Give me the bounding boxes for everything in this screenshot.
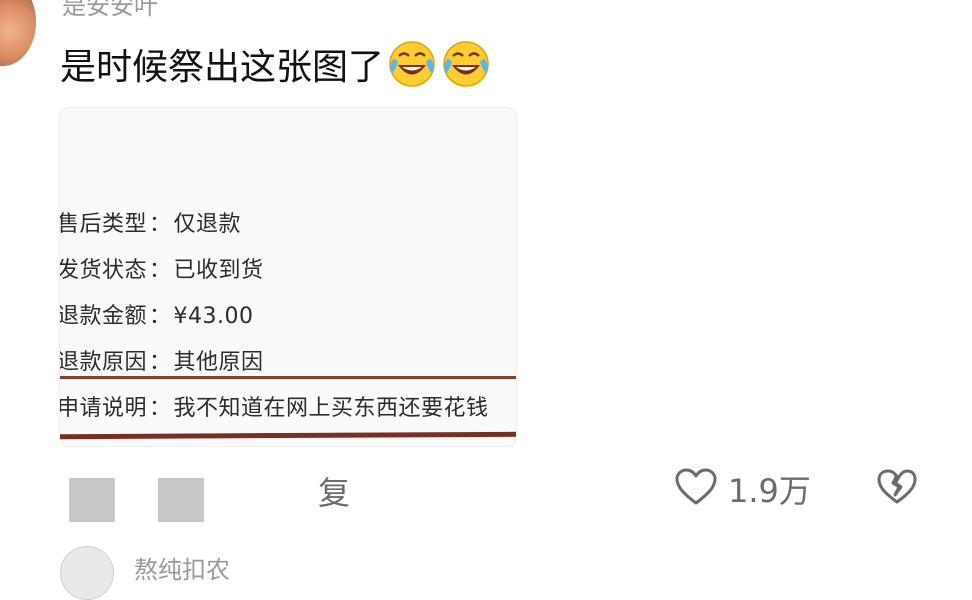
comment-text: 是时候祭出这张图了: [60, 38, 492, 90]
rolling-on-floor-laughing-icon: [440, 38, 492, 90]
row-label: 售后类型: [60, 212, 148, 237]
avatar[interactable]: [60, 546, 114, 600]
comment-action-bar: 复 1.9万: [0, 460, 972, 522]
row-label: 退款原因: [60, 350, 148, 375]
placeholder-icon[interactable]: [69, 478, 115, 522]
attached-image[interactable]: 售后类型：仅退款 发货状态：已收到货 退款金额：¥43.00 退款原因：其他原因…: [60, 108, 516, 446]
image-row-application-note: 申请说明：我不知道在网上买东西还要花钱: [60, 390, 489, 422]
row-value: 其他原因: [173, 350, 264, 375]
divider-line: [60, 376, 516, 379]
like-count: 1.9万: [728, 472, 811, 510]
dislike-button[interactable]: [876, 468, 918, 510]
row-value: ¥43.00: [173, 304, 254, 329]
like-button[interactable]: 1.9万: [674, 466, 811, 512]
row-value: 我不知道在网上买东西还要花钱: [173, 396, 489, 421]
broken-heart-icon: [876, 469, 918, 510]
row-value: 已收到货: [173, 258, 264, 283]
row-sep: ：: [149, 304, 172, 329]
comment-username[interactable]: 熬纯扣农: [134, 550, 230, 585]
comment-body: 是时候祭出这张图了: [60, 47, 385, 88]
row-sep: ：: [149, 258, 172, 283]
heart-icon: [674, 467, 718, 511]
row-label: 退款金额: [60, 304, 148, 329]
row-label: 申请说明: [60, 396, 148, 421]
row-sep: ：: [149, 396, 172, 421]
row-sep: ：: [149, 350, 172, 375]
row-label: 发货状态: [60, 258, 148, 283]
avatar[interactable]: [0, 0, 36, 66]
placeholder-icon[interactable]: [158, 478, 204, 522]
image-row-refund-amount: 退款金额：¥43.00: [60, 298, 254, 330]
reply-button[interactable]: 复: [318, 468, 350, 514]
row-sep: ：: [149, 212, 172, 237]
rolling-on-floor-laughing-icon: [386, 38, 438, 90]
comment-username[interactable]: 是安安叶: [62, 0, 158, 21]
image-row-shipping-status: 发货状态：已收到货: [60, 252, 264, 284]
divider-line: [60, 431, 516, 440]
image-row-refund-reason: 退款原因：其他原因: [60, 344, 264, 376]
row-value: 仅退款: [173, 212, 242, 237]
image-row-aftersale-type: 售后类型：仅退款: [60, 206, 241, 238]
